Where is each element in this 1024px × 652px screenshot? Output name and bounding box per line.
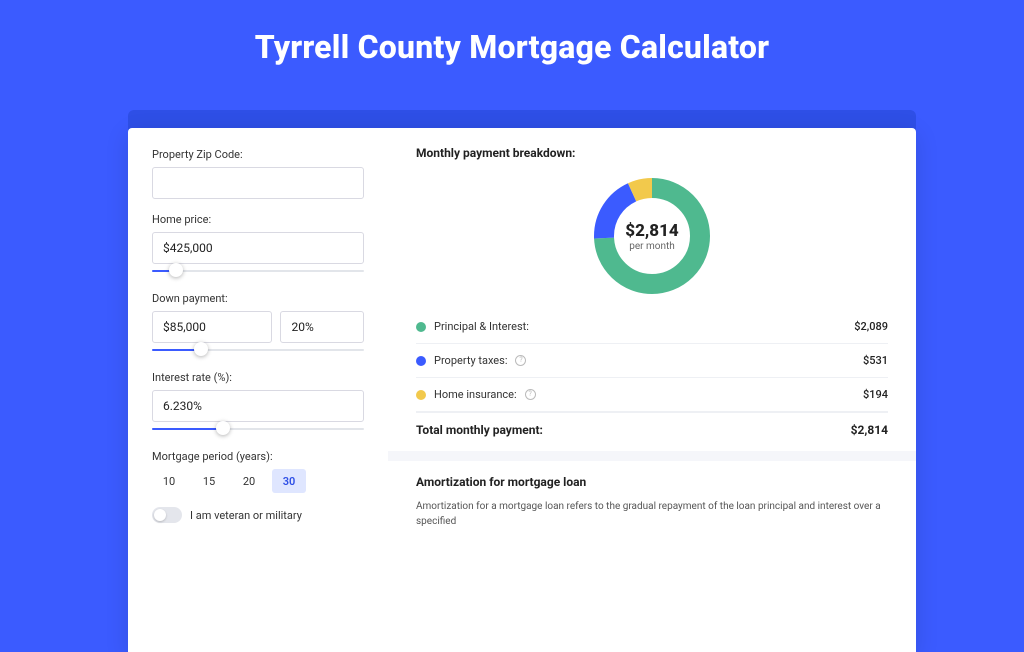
price-slider[interactable] <box>152 268 364 278</box>
rate-label: Interest rate (%): <box>152 371 364 384</box>
breakdown-value: $531 <box>863 354 888 367</box>
zip-label: Property Zip Code: <box>152 148 364 161</box>
rate-slider[interactable] <box>152 426 364 436</box>
breakdown-value: $2,089 <box>854 320 888 333</box>
form-panel: Property Zip Code: Home price: Down paym… <box>128 128 388 652</box>
price-row: Home price: <box>152 213 364 278</box>
period-options: 10 15 20 30 <box>152 469 364 493</box>
down-slider[interactable] <box>152 347 364 357</box>
price-label: Home price: <box>152 213 364 226</box>
calculator-card: Property Zip Code: Home price: Down paym… <box>128 128 916 652</box>
breakdown-panel: Monthly payment breakdown: $2,814 per mo… <box>388 128 916 652</box>
veteran-row: I am veteran or military <box>152 507 364 523</box>
rate-row: Interest rate (%): <box>152 371 364 436</box>
dot-icon <box>416 322 426 332</box>
breakdown-total: Total monthly payment: $2,814 <box>416 412 888 451</box>
info-icon[interactable]: ? <box>525 389 536 400</box>
card-shadow: Property Zip Code: Home price: Down paym… <box>128 110 916 652</box>
total-label: Total monthly payment: <box>416 423 543 437</box>
breakdown-value: $194 <box>863 388 888 401</box>
donut-center: $2,814 per month <box>592 176 712 296</box>
hero: Tyrrell County Mortgage Calculator <box>0 0 1024 84</box>
breakdown-row-insurance: Home insurance: ? $194 <box>416 378 888 412</box>
period-20[interactable]: 20 <box>232 469 266 493</box>
dot-icon <box>416 390 426 400</box>
breakdown-label: Property taxes: <box>434 354 507 367</box>
down-percent-input[interactable] <box>280 311 364 343</box>
period-10[interactable]: 10 <box>152 469 186 493</box>
donut-sub: per month <box>629 241 675 252</box>
slider-fill <box>152 349 199 351</box>
amortization-section: Amortization for mortgage loan Amortizat… <box>388 451 916 529</box>
slider-thumb[interactable] <box>194 342 208 356</box>
amort-title: Amortization for mortgage loan <box>416 475 888 489</box>
breakdown-row-principal: Principal & Interest: $2,089 <box>416 310 888 344</box>
down-label: Down payment: <box>152 292 364 305</box>
down-amount-input[interactable] <box>152 311 272 343</box>
zip-row: Property Zip Code: <box>152 148 364 199</box>
period-15[interactable]: 15 <box>192 469 226 493</box>
slider-track <box>152 270 364 272</box>
total-value: $2,814 <box>851 423 888 437</box>
slider-thumb[interactable] <box>216 421 230 435</box>
amort-text: Amortization for a mortgage loan refers … <box>416 499 888 529</box>
page-title: Tyrrell County Mortgage Calculator <box>0 28 1024 66</box>
zip-input[interactable] <box>152 167 364 199</box>
veteran-toggle[interactable] <box>152 507 182 523</box>
breakdown-label: Principal & Interest: <box>434 320 529 333</box>
down-row: Down payment: <box>152 292 364 357</box>
breakdown-title: Monthly payment breakdown: <box>416 146 888 160</box>
breakdown-row-taxes: Property taxes: ? $531 <box>416 344 888 378</box>
veteran-label: I am veteran or military <box>190 509 302 522</box>
donut-amount: $2,814 <box>625 221 678 241</box>
dot-icon <box>416 356 426 366</box>
rate-input[interactable] <box>152 390 364 422</box>
period-30[interactable]: 30 <box>272 469 306 493</box>
donut-chart: $2,814 per month <box>416 170 888 310</box>
price-input[interactable] <box>152 232 364 264</box>
info-icon[interactable]: ? <box>515 355 526 366</box>
period-label: Mortgage period (years): <box>152 450 364 463</box>
breakdown-label: Home insurance: <box>434 388 517 401</box>
slider-fill <box>152 428 220 430</box>
slider-thumb[interactable] <box>169 263 183 277</box>
period-row: Mortgage period (years): 10 15 20 30 <box>152 450 364 493</box>
